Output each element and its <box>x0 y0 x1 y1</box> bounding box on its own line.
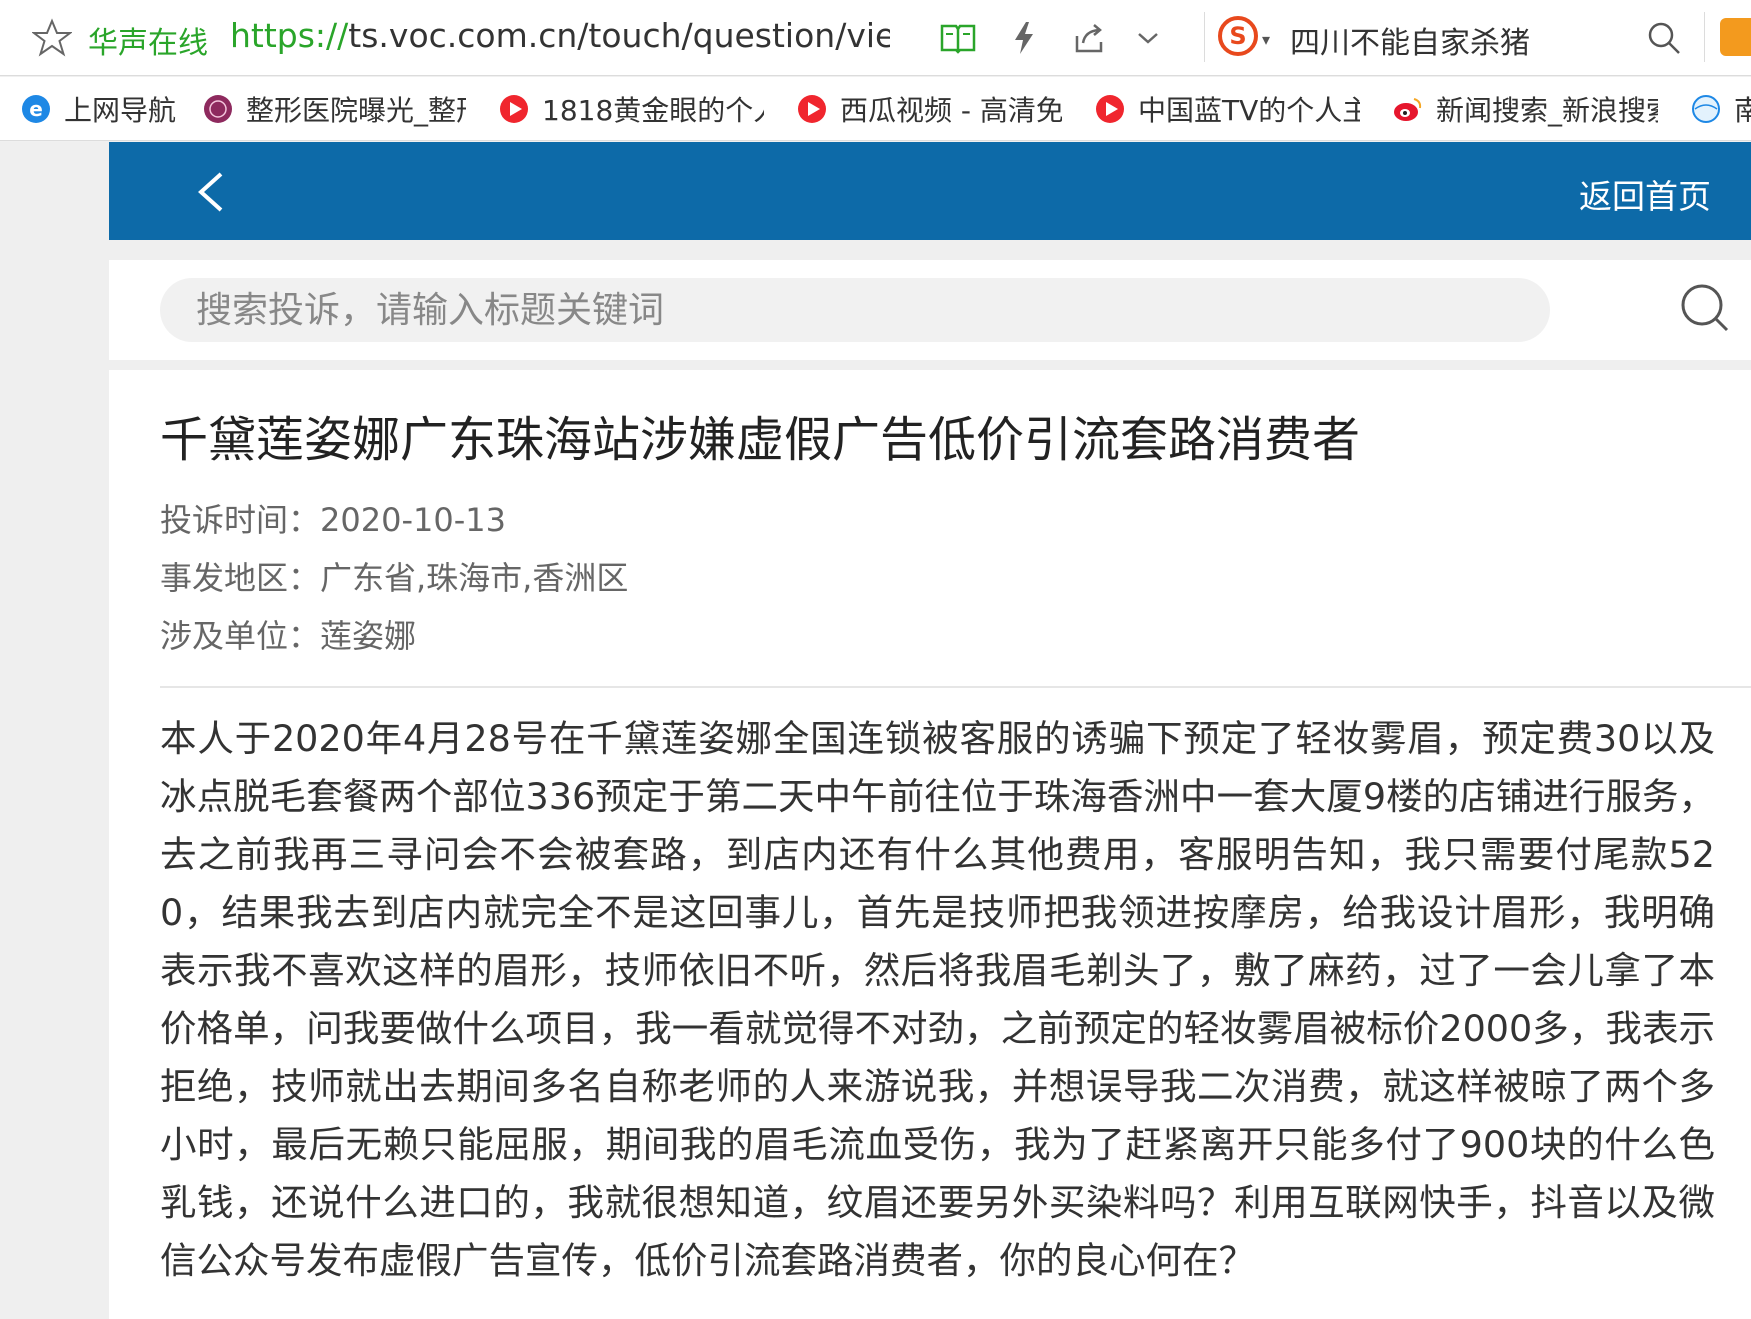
share-icon[interactable] <box>1070 18 1110 58</box>
article-body: 本人于2020年4月28号在千黛莲姿娜全国连锁被客服的诱骗下预定了轻妆雾眉，预定… <box>160 717 1715 1282</box>
search-icon[interactable] <box>1644 18 1684 58</box>
bookmark-item[interactable]: 西瓜视频 - 高清免 <box>796 91 1062 127</box>
search-area <box>109 260 1751 360</box>
star-bookmark-icon[interactable] <box>32 18 72 58</box>
video-play-icon <box>798 95 826 123</box>
bookmark-label: 中国蓝TV的个人主 <box>1138 94 1360 127</box>
bookmark-label: 南 <box>1734 89 1751 129</box>
bookmark-label: 1818黄金眼的个人 <box>542 94 764 127</box>
bookmark-label: 西瓜视频 - 高清免 <box>840 94 1062 127</box>
bookmark-item[interactable]: 南 <box>1690 91 1751 127</box>
chevron-down-icon[interactable] <box>1128 18 1168 58</box>
reader-mode-icon[interactable] <box>938 18 978 58</box>
lightning-icon[interactable] <box>1004 18 1044 58</box>
address-bar-divider <box>1204 12 1205 62</box>
bookmark-item[interactable]: 整形医院曝光_整形 <box>202 91 466 127</box>
sogou-search-engine-icon[interactable]: S <box>1216 14 1260 58</box>
article-title: 千黛莲姿娜广东珠海站涉嫌虚假广告低价引流套路消费者 <box>160 412 1361 468</box>
address-bar-divider <box>1704 12 1705 62</box>
back-arrow-icon[interactable] <box>191 170 231 214</box>
site-name: 华声在线 <box>88 26 208 61</box>
svg-text:e: e <box>29 97 43 121</box>
complaint-time: 投诉时间：2020-10-13 <box>160 501 506 539</box>
home-link[interactable]: 返回首页 <box>1579 170 1711 218</box>
video-play-icon <box>500 95 528 123</box>
bookmark-item[interactable]: e 上网导航 <box>20 91 176 127</box>
svg-text:S: S <box>1229 22 1246 50</box>
involved-unit: 涉及单位：莲姿娜 <box>160 617 417 655</box>
weibo-icon <box>1394 98 1422 121</box>
page-header: 返回首页 <box>109 142 1751 240</box>
hospital-logo-icon <box>204 95 232 123</box>
url-path: ts.voc.com.cn/touch/question/view/2 <box>348 16 890 55</box>
divider <box>160 686 1751 688</box>
bookmark-label: 上网导航 <box>64 94 177 127</box>
bookmark-label: 新闻搜索_新浪搜索 <box>1436 94 1658 127</box>
browser-search-query[interactable]: 四川不能自家杀猪 <box>1290 18 1530 62</box>
page-left-margin <box>0 142 109 1319</box>
incident-region: 事发地区：广东省,珠海市,香洲区 <box>160 559 629 597</box>
engine-dropdown-caret-icon[interactable]: ▾ <box>1262 30 1270 49</box>
extension-icon[interactable] <box>1720 18 1751 56</box>
spacer <box>109 240 1751 260</box>
bookmark-item[interactable]: 中国蓝TV的个人主 <box>1094 91 1360 127</box>
url-scheme: https:// <box>230 16 349 55</box>
search-icon[interactable] <box>1679 282 1731 334</box>
browser-address-bar: 华声在线 https://ts.voc.com.cn/touch/questio… <box>0 0 1751 76</box>
video-play-icon <box>1096 95 1124 123</box>
bookmarks-bar: e 上网导航 整形医院曝光_整形 1818黄金眼的个人 西瓜视频 - 高清免 中… <box>0 77 1751 141</box>
url-field[interactable]: https://ts.voc.com.cn/touch/question/vie… <box>230 16 890 55</box>
ie-icon: e <box>22 95 50 123</box>
bookmark-item[interactable]: 1818黄金眼的个人 <box>498 91 764 127</box>
complaint-search-input[interactable] <box>160 278 1550 342</box>
bookmark-item[interactable]: 新闻搜索_新浪搜索 <box>1392 91 1658 127</box>
complaint-article: 千黛莲姿娜广东珠海站涉嫌虚假广告低价引流套路消费者 投诉时间：2020-10-1… <box>109 370 1751 1319</box>
spacer <box>109 360 1751 370</box>
globe-icon <box>1692 95 1720 123</box>
bookmark-label: 整形医院曝光_整形 <box>246 94 466 127</box>
